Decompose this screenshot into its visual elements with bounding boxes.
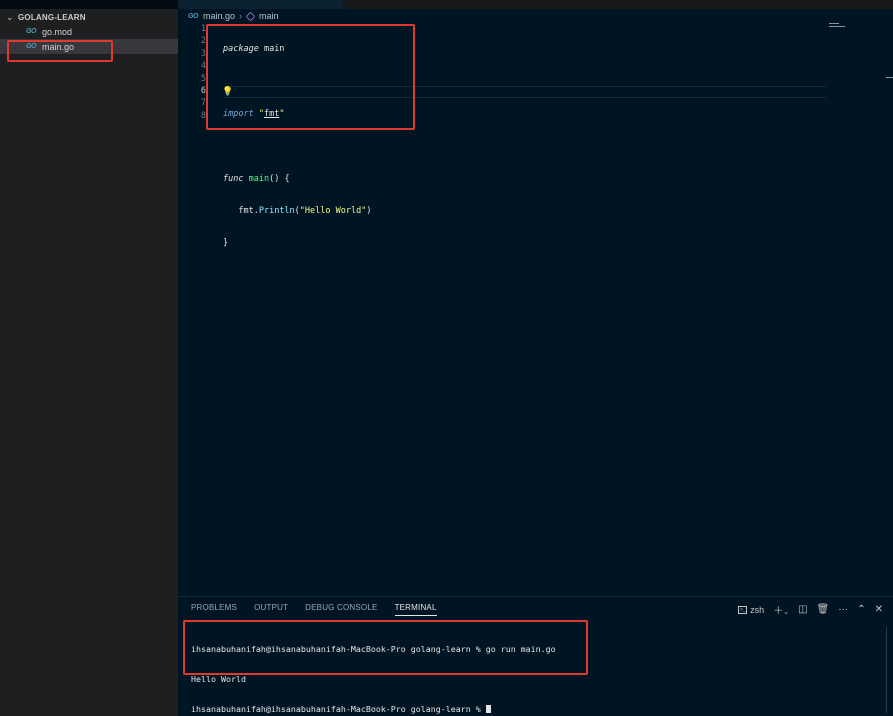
breadcrumb-file[interactable]: main.go [203, 11, 235, 21]
minimap[interactable] [829, 23, 849, 29]
go-file-icon: GO [26, 28, 36, 35]
explorer-sidebar: ⌄ GOLANG-LEARN GO go.mod GO main.go [0, 9, 178, 716]
terminal-line: Hello World [191, 674, 246, 684]
split-terminal-icon[interactable]: ◫ [798, 604, 807, 615]
breadcrumb: GO main.go › main [178, 9, 279, 23]
annotation-box-main-go [7, 40, 113, 62]
terminal-icon: >_ [738, 605, 748, 614]
panel-scrollbar[interactable] [886, 627, 892, 713]
call-method: Println [258, 205, 295, 216]
terminal-prompt-line: ihsanabuhanifah@ihsanabuhanifah-MacBook-… [191, 704, 556, 714]
line-number: 4 [200, 61, 206, 72]
code-line-6: fmt.Println("Hello World") [223, 205, 371, 217]
tab-output[interactable]: OUTPUT [254, 603, 288, 616]
tab-strip-empty [343, 0, 893, 9]
new-terminal-plus-icon[interactable]: ＋⌄ [773, 602, 789, 617]
function-signature-rest: () { [269, 173, 290, 184]
title-tab-strip [0, 0, 893, 9]
keyword-func: func [223, 173, 244, 184]
tab-problems[interactable]: PROBLEMS [191, 603, 237, 616]
line-number: 3 [200, 48, 206, 59]
line-number: 5 [200, 73, 206, 84]
file-item-go-mod[interactable]: GO go.mod [0, 24, 178, 39]
line-number: 2 [200, 36, 206, 47]
paren-close: ) [366, 205, 372, 216]
overview-ruler-mark [886, 77, 893, 78]
annotation-box-code [206, 24, 415, 130]
tab-debug-console[interactable]: DEBUG CONSOLE [305, 603, 377, 616]
terminal-cursor [485, 705, 491, 713]
chevron-down-icon: ⌄ [6, 11, 14, 22]
explorer-folder-header[interactable]: ⌄ GOLANG-LEARN [0, 9, 178, 25]
editor-tab-main-go[interactable] [178, 0, 343, 9]
panel-tabs: PROBLEMS OUTPUT DEBUG CONSOLE TERMINAL [191, 603, 437, 616]
breadcrumb-symbol[interactable]: main [259, 11, 279, 21]
call-package: fmt [238, 205, 254, 216]
trash-icon[interactable]: 🗑 [817, 604, 830, 615]
closing-brace: } [223, 238, 229, 249]
line-number-active: 6 [200, 85, 206, 96]
function-name: main [248, 173, 270, 184]
annotation-box-terminal [183, 620, 588, 675]
file-name: go.mod [42, 26, 73, 37]
terminal-prompt: ihsanabuhanifah@ihsanabuhanifah-MacBook-… [191, 704, 486, 714]
symbol-module-icon [245, 11, 256, 21]
line-number: 7 [200, 98, 206, 109]
chevron-right-icon: › [239, 11, 243, 21]
more-actions-icon[interactable]: ··· [838, 604, 848, 615]
line-number: 1 [200, 24, 206, 34]
shell-name: zsh [750, 604, 765, 615]
line-number-gutter: 1 2 3 4 5 6 7 8 [178, 23, 206, 122]
close-icon[interactable]: ✕ [875, 604, 883, 615]
folder-title: GOLANG-LEARN [18, 12, 86, 22]
code-line-5: func main() { [223, 173, 371, 185]
panel-actions: >_ zsh ＋⌄ ◫ 🗑 ··· ⌃ ✕ [738, 602, 883, 617]
terminal-shell-selector[interactable]: >_ zsh [738, 605, 764, 615]
code-line-7: } [223, 237, 371, 249]
string-literal: "Hello World" [299, 205, 367, 216]
line-number: 8 [200, 110, 206, 121]
tab-terminal[interactable]: TERMINAL [394, 603, 437, 616]
chevron-up-icon[interactable]: ⌃ [857, 604, 865, 615]
go-file-icon: GO [188, 12, 198, 20]
